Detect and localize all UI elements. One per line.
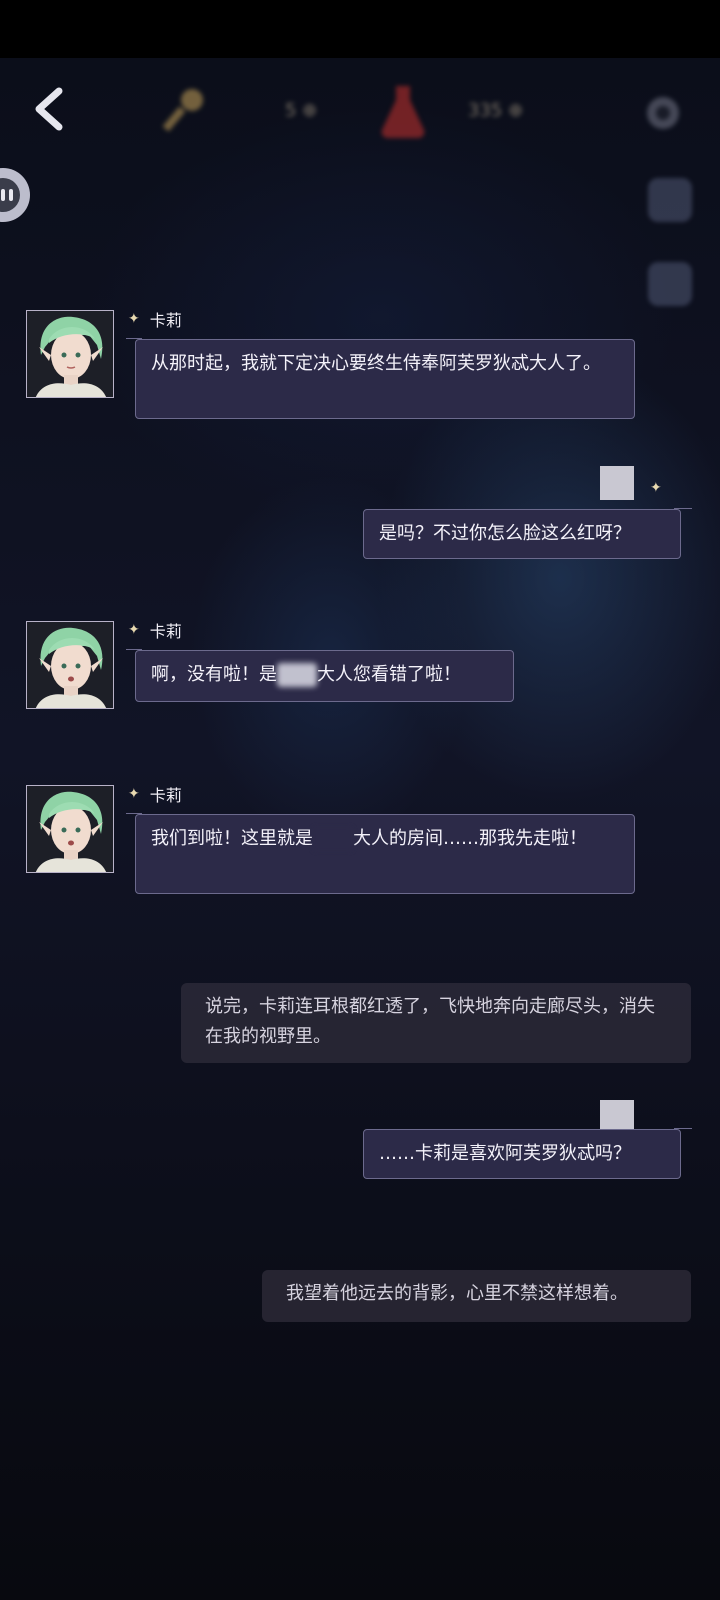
speaker-name-row: ✦ 卡莉 [128, 784, 182, 805]
redacted-name [277, 663, 317, 687]
sparkle-icon: ✦ [128, 311, 140, 327]
side-menu-icon-1[interactable] [648, 178, 692, 222]
npc-dialogue-bubble[interactable]: 啊，没有啦！是 大人您看错了啦！ [126, 649, 514, 702]
player-dialogue-bubble[interactable]: ……卡莉是喜欢阿芙罗狄忒吗？ [363, 1128, 692, 1179]
key-icon [160, 84, 210, 138]
player-tag [600, 466, 634, 500]
side-menu-icon-2[interactable] [648, 262, 692, 306]
avatar [26, 785, 114, 873]
narration-text: 说完，卡莉连耳根都红透了，飞快地奔向走廊尽头，消失在我的视野里。 [205, 996, 655, 1047]
sparkle-icon: ✦ [128, 622, 140, 638]
gear-icon[interactable] [640, 90, 686, 136]
pause-icon [0, 178, 20, 212]
avatar [26, 310, 114, 398]
speaker-name: 卡莉 [149, 622, 182, 641]
npc-dialogue-bubble[interactable]: 我们到啦！这里就是 大人的房间……那我先走啦！ [126, 813, 635, 894]
chevron-left-icon [35, 87, 63, 131]
flask-count: 335 ⊕ [468, 100, 524, 121]
narration-box[interactable]: 我望着他远去的背影，心里不禁这样想着。 [262, 1270, 691, 1322]
redacted-name [313, 827, 353, 851]
speaker-name-row: ✦ 卡莉 [128, 620, 182, 641]
dialogue-text: 是吗？不过你怎么脸这么红呀？ [379, 523, 631, 544]
npc-dialogue-bubble[interactable]: 从那时起，我就下定决心要终生侍奉阿芙罗狄忒大人了。 [126, 338, 635, 419]
narration-box[interactable]: 说完，卡莉连耳根都红透了，飞快地奔向走廊尽头，消失在我的视野里。 [181, 983, 691, 1063]
sparkle-icon: ✦ [650, 480, 662, 496]
avatar [26, 621, 114, 709]
dialogue-text: ……卡莉是喜欢阿芙罗狄忒吗？ [379, 1143, 631, 1164]
player-dialogue-bubble[interactable]: 是吗？不过你怎么脸这么红呀？ [363, 508, 692, 559]
flask-icon [378, 82, 428, 144]
back-button[interactable] [26, 86, 72, 132]
narration-text: 我望着他远去的背影，心里不禁这样想着。 [286, 1283, 628, 1304]
speaker-name: 卡莉 [149, 311, 182, 330]
key-count: 5 ⊕ [285, 100, 318, 121]
sparkle-icon: ✦ [128, 786, 140, 802]
dialogue-text: 大人的房间……那我先走啦！ [353, 828, 587, 849]
dialogue-text: 啊，没有啦！是 [151, 664, 277, 685]
dialogue-text: 大人您看错了啦！ [317, 664, 461, 685]
dialogue-text: 从那时起，我就下定决心要终生侍奉阿芙罗狄忒大人了。 [151, 353, 601, 374]
speaker-name-row: ✦ 卡莉 [128, 309, 182, 330]
speaker-name: 卡莉 [149, 786, 182, 805]
dialogue-text: 我们到啦！这里就是 [151, 828, 313, 849]
